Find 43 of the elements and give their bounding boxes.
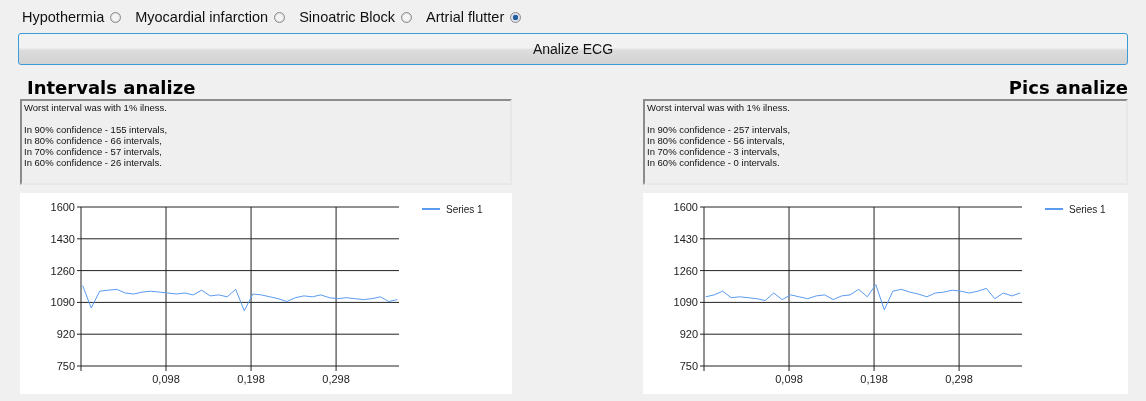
result-line: In 60% confidence - 0 intervals. — [647, 157, 780, 168]
legend-line-icon — [1044, 208, 1064, 210]
y-tick-label: 1430 — [673, 232, 698, 245]
y-tick-label: 920 — [679, 328, 698, 341]
result-line: In 80% confidence - 66 intervals, — [24, 135, 162, 146]
legend-line-icon — [421, 208, 441, 210]
radio-label: Myocardial infarction — [135, 9, 269, 25]
y-tick-label: 1600 — [50, 201, 75, 213]
radio-button[interactable] — [510, 11, 522, 23]
x-tick-label: 0,298 — [322, 373, 350, 385]
result-line: Worst interval was with 1% ilness. — [647, 102, 790, 113]
radio-button[interactable] — [401, 11, 413, 23]
y-tick-label: 1600 — [673, 201, 698, 213]
x-tick-label: 0,098 — [152, 373, 180, 385]
legend-label: Series 1 — [1069, 204, 1106, 215]
y-tick-label: 1430 — [50, 232, 75, 245]
radio-label: Artrial flutter — [426, 9, 505, 25]
result-line: In 80% confidence - 56 intervals, — [647, 135, 785, 146]
x-tick-label: 0,198 — [860, 373, 888, 385]
y-tick-label: 1260 — [673, 264, 698, 277]
result-line: In 70% confidence - 3 intervals, — [647, 146, 780, 157]
y-tick-label: 1260 — [50, 264, 75, 277]
panel-title: Intervals analize — [26, 77, 196, 99]
x-tick-label: 0,298 — [945, 373, 973, 385]
y-tick-label: 750 — [56, 360, 75, 372]
analyze-button[interactable]: Analize ECG — [18, 33, 1128, 65]
y-tick-label: 750 — [679, 360, 698, 372]
result-line: In 90% confidence - 257 intervals, — [647, 124, 791, 135]
y-tick-label: 1090 — [50, 296, 75, 309]
panel-title: Pics analize — [1008, 77, 1128, 99]
y-tick-label: 920 — [56, 328, 75, 341]
radio-button[interactable] — [274, 11, 286, 23]
result-line: Worst interval was with 1% ilness. — [24, 102, 167, 113]
radio-label: Hypothermia — [22, 9, 105, 25]
radio-label: Sinoatric Block — [299, 9, 396, 25]
legend-label: Series 1 — [446, 204, 483, 215]
x-tick-label: 0,198 — [237, 373, 265, 385]
x-tick-label: 0,098 — [775, 373, 803, 385]
y-tick-label: 1090 — [673, 296, 698, 309]
radio-button[interactable] — [110, 11, 122, 23]
result-line: In 70% confidence - 57 intervals, — [24, 146, 162, 157]
result-line: In 60% confidence - 26 intervals. — [24, 157, 162, 168]
result-line: In 90% confidence - 155 intervals, — [24, 124, 168, 135]
